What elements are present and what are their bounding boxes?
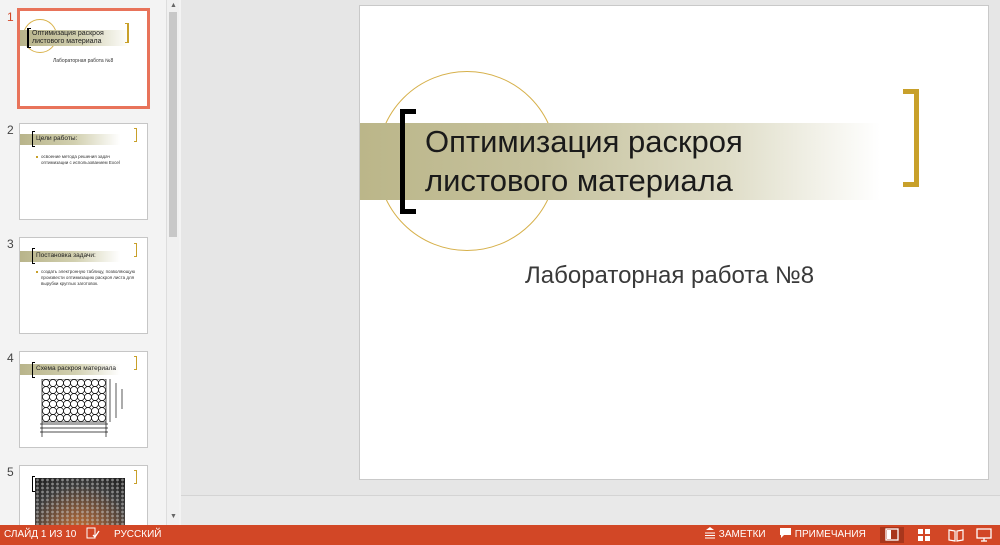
scrollbar-thumb[interactable]	[169, 12, 177, 237]
thumbnail-number: 5	[7, 465, 14, 479]
slide-subtitle[interactable]: Лабораторная работа №8	[525, 262, 814, 290]
slideshow-icon	[976, 528, 992, 542]
slide-thumbnail-3[interactable]: Постановка задачи: создать электронную т…	[19, 237, 148, 334]
slide-title[interactable]: Оптимизация раскроя листового материала	[425, 122, 885, 200]
left-bracket	[32, 131, 35, 147]
comments-button[interactable]: ПРИМЕЧАНИЯ	[779, 525, 866, 545]
thumbnail-number: 3	[7, 237, 14, 251]
notes-button[interactable]: ЗАМЕТКИ	[704, 525, 766, 545]
reading-view-icon	[948, 529, 964, 542]
notes-icon	[705, 527, 715, 539]
left-bracket	[32, 362, 35, 378]
scroll-up-icon[interactable]: ▲	[167, 0, 180, 12]
right-bracket	[134, 470, 137, 484]
thumbnail-row-2: 2 Цели работы: освоение метода решения з…	[0, 123, 166, 223]
language-indicator[interactable]: РУССКИЙ	[114, 525, 161, 545]
left-bracket	[32, 248, 35, 264]
right-bracket	[134, 243, 137, 257]
slide-sorter-button[interactable]	[912, 527, 936, 543]
thumbnail-title: Схема раскроя материала	[36, 365, 116, 372]
thumbnail-subtitle: Лабораторная работа №8	[53, 58, 114, 64]
thumbnail-row-3: 3 Постановка задачи: создать электронную…	[0, 237, 166, 337]
right-bracket	[134, 356, 137, 370]
thumbnail-title: Оптимизация раскроя листового материала	[32, 30, 104, 45]
thumbnail-row-1: 1 Оптимизация раскроя листового материал…	[0, 8, 166, 110]
sheet-photo	[35, 478, 125, 525]
thumbnail-scrollbar[interactable]: ▲ ▼	[166, 0, 179, 525]
scroll-down-icon[interactable]: ▼	[167, 511, 180, 523]
slide-editing-area: Оптимизация раскроя листового материала …	[181, 0, 1000, 495]
thumbnail-body: освоение метода решения задач оптимизаци…	[36, 154, 136, 166]
slideshow-button[interactable]	[972, 527, 996, 543]
slide-thumbnail-1[interactable]: Оптимизация раскроя листового материала …	[17, 8, 150, 109]
spellcheck-icon[interactable]	[86, 525, 100, 545]
reading-view-button[interactable]	[944, 527, 968, 543]
comments-label: ПРИМЕЧАНИЯ	[794, 529, 866, 540]
thumbnail-body: создать электронную таблицу, позволяющую…	[36, 269, 136, 286]
thumbnail-number: 2	[7, 123, 14, 137]
powerpoint-window: 1 Оптимизация раскроя листового материал…	[0, 0, 1000, 545]
notes-area-edge	[181, 495, 1000, 525]
slide-sorter-icon	[918, 529, 930, 541]
notes-label: ЗАМЕТКИ	[718, 529, 766, 540]
slide-thumbnail-4[interactable]: Схема раскроя материала	[19, 351, 148, 448]
slide-thumbnail-5[interactable]	[19, 465, 148, 525]
thumbnail-row-4: 4 Схема раскроя материала	[0, 351, 166, 451]
thumbnail-row-5: 5	[0, 465, 166, 525]
slide-indicator: СЛАЙД 1 ИЗ 10	[4, 529, 77, 540]
slide-thumbnail-2[interactable]: Цели работы: освоение метода решения зад…	[19, 123, 148, 220]
thumbnail-number: 4	[7, 351, 14, 365]
current-slide[interactable]: Оптимизация раскроя листового материала …	[359, 5, 989, 480]
comment-icon	[780, 528, 791, 539]
normal-view-button[interactable]	[880, 527, 904, 543]
thumbnail-title: Цели работы:	[36, 135, 78, 142]
normal-view-icon	[885, 528, 899, 541]
thumbnail-number: 1	[7, 10, 14, 24]
left-bracket	[27, 28, 31, 48]
cutting-scheme-drawing	[40, 379, 123, 437]
slide-thumbnail-pane: 1 Оптимизация раскроя листового материал…	[0, 0, 181, 525]
right-bracket	[134, 128, 137, 142]
left-bracket	[400, 109, 416, 214]
right-bracket	[903, 89, 919, 187]
thumbnail-title: Постановка задачи:	[36, 252, 96, 259]
status-bar: СЛАЙД 1 ИЗ 10 РУССКИЙ ЗАМЕТКИ ПРИМЕЧАНИЯ	[0, 525, 1000, 545]
